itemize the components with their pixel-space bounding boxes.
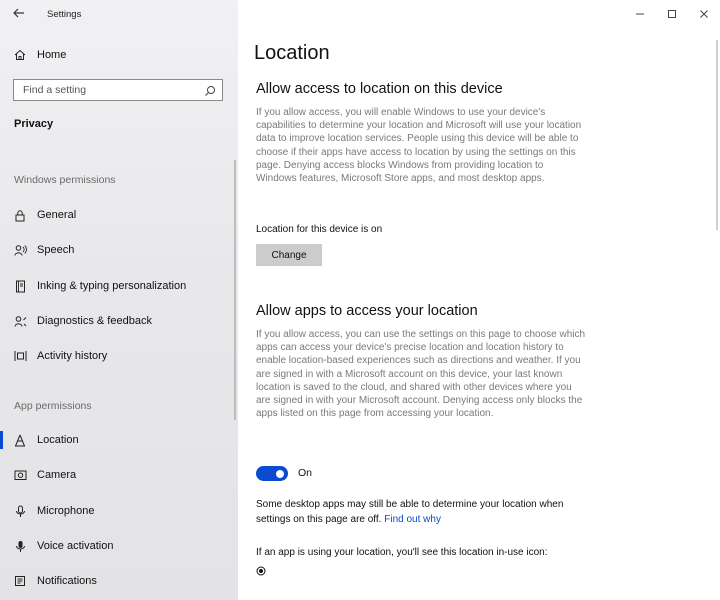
toggle-knob — [276, 469, 284, 478]
sidebar-item-label: Camera — [37, 469, 77, 481]
location-toggle[interactable] — [256, 466, 288, 481]
section-title: Privacy — [14, 118, 54, 130]
find-out-why-link[interactable]: Find out why — [384, 514, 441, 525]
main-content: Location Allow access to location on thi… — [238, 0, 720, 600]
device-location-status: Location for this device is on — [256, 224, 383, 235]
sidebar: Settings Home Find a setting Privacy Win… — [0, 0, 238, 600]
sidebar-item-notifications[interactable]: Notifications — [0, 566, 238, 596]
location-in-use-icon — [256, 563, 266, 576]
sidebar-item-inking-typing[interactable]: Inking & typing personalization — [0, 271, 238, 301]
minimize-icon — [636, 13, 644, 15]
main-scrollbar[interactable] — [716, 40, 718, 230]
search-placeholder: Find a setting — [23, 84, 87, 96]
device-section-heading: Allow access to location on this device — [256, 81, 503, 97]
titlebar: Settings — [0, 0, 238, 30]
sidebar-item-microphone[interactable]: Microphone — [0, 496, 238, 526]
sidebar-item-label: Notifications — [37, 575, 97, 587]
group-title-windows-permissions: Windows permissions — [14, 174, 116, 186]
search-icon[interactable] — [204, 84, 216, 96]
page-title: Location — [254, 42, 330, 64]
sidebar-item-label: Home — [37, 49, 67, 61]
search-input[interactable]: Find a setting — [13, 79, 223, 101]
sidebar-item-diagnostics[interactable]: Diagnostics & feedback — [0, 306, 238, 336]
sidebar-item-home[interactable]: Home — [0, 40, 238, 70]
camera-icon — [13, 468, 27, 482]
maximize-button[interactable] — [656, 0, 688, 28]
desktop-apps-note: Some desktop apps may still be able to d… — [256, 497, 586, 527]
sidebar-item-label: Microphone — [37, 505, 95, 517]
group-title-app-permissions: App permissions — [14, 400, 92, 412]
sidebar-item-label: Speech — [37, 244, 75, 256]
speech-icon — [13, 243, 27, 257]
close-button[interactable] — [688, 0, 720, 28]
maximize-icon — [668, 10, 676, 18]
back-button[interactable] — [10, 6, 28, 22]
sidebar-item-label: Inking & typing personalization — [37, 280, 187, 292]
sidebar-item-label: Activity history — [37, 350, 108, 362]
sidebar-item-label: General — [37, 209, 77, 221]
activity-icon — [13, 349, 27, 363]
sidebar-item-activity-history[interactable]: Activity history — [0, 341, 238, 371]
device-section-description: If you allow access, you will enable Win… — [256, 107, 582, 185]
sidebar-item-location[interactable]: Location — [0, 425, 238, 455]
sidebar-scrollbar[interactable] — [234, 160, 236, 420]
inuse-note: If an app is using your location, you'll… — [256, 547, 548, 558]
apps-section-heading: Allow apps to access your location — [256, 303, 478, 319]
voice-icon — [13, 539, 27, 553]
location-icon — [13, 433, 27, 447]
diagnostics-icon — [13, 314, 27, 328]
lock-icon — [13, 208, 27, 222]
close-icon — [700, 10, 708, 18]
sidebar-item-label: Voice activation — [37, 540, 114, 552]
notifications-icon — [13, 574, 27, 588]
sidebar-item-label: Diagnostics & feedback — [37, 315, 152, 327]
sidebar-item-general[interactable]: General — [0, 200, 238, 230]
sidebar-item-speech[interactable]: Speech — [0, 235, 238, 265]
app-title: Settings — [47, 9, 82, 20]
sidebar-item-voice-activation[interactable]: Voice activation — [0, 531, 238, 561]
notebook-icon — [13, 279, 27, 293]
change-button[interactable]: Change — [256, 244, 322, 266]
minimize-button[interactable] — [624, 0, 656, 28]
toggle-state-label: On — [298, 467, 313, 479]
back-arrow-icon — [13, 8, 24, 18]
home-icon — [13, 48, 27, 62]
apps-section-description: If you allow access, you can use the set… — [256, 329, 586, 420]
window-controls — [624, 0, 720, 28]
sidebar-item-label: Location — [37, 434, 79, 446]
microphone-icon — [13, 504, 27, 518]
sidebar-item-camera[interactable]: Camera — [0, 460, 238, 490]
